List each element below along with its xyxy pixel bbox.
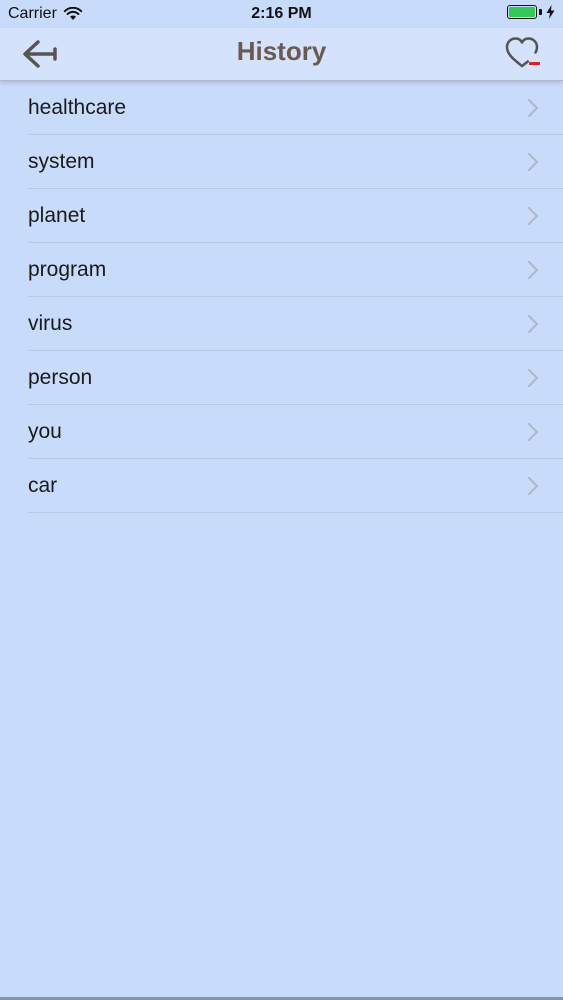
chevron-right-icon [527, 476, 539, 495]
list-item-label: car [28, 473, 58, 497]
list-item[interactable]: you [28, 405, 563, 459]
list-item-label: healthcare [28, 95, 127, 119]
status-right [507, 5, 555, 19]
list-item[interactable]: program [28, 243, 563, 297]
chevron-right-icon [527, 314, 539, 333]
list-item[interactable]: virus [28, 297, 563, 351]
list-item-label: person [28, 365, 93, 389]
chevron-right-icon [527, 260, 539, 279]
list-item-label: program [28, 257, 107, 281]
list-item[interactable]: system [28, 135, 563, 189]
battery-fill [509, 7, 535, 17]
list-item-label: you [28, 419, 62, 443]
list-item[interactable]: planet [28, 189, 563, 243]
favorite-button[interactable] [503, 32, 545, 74]
status-time: 2:16 PM [251, 5, 312, 22]
nav-bar: History [0, 28, 563, 81]
list-item-label: virus [28, 311, 73, 335]
list-item[interactable]: healthcare [28, 81, 563, 135]
battery-tip [539, 9, 542, 15]
bolt-icon [546, 5, 555, 19]
chevron-right-icon [527, 98, 539, 117]
list-item-label: system [28, 149, 95, 173]
status-bar: Carrier 2:16 PM [0, 0, 563, 28]
chevron-right-icon [527, 368, 539, 387]
heart-minus-icon [505, 37, 540, 68]
list-item[interactable]: person [28, 351, 563, 405]
battery-icon [507, 5, 537, 19]
chevron-right-icon [527, 422, 539, 441]
list-item-label: planet [28, 203, 86, 227]
chevron-right-icon [527, 206, 539, 225]
page-title: History [236, 36, 327, 66]
history-list: healthcare system planet program virus p… [0, 81, 563, 513]
list-item[interactable]: car [28, 459, 563, 513]
chevron-right-icon [527, 152, 539, 171]
minus-badge [529, 62, 540, 65]
